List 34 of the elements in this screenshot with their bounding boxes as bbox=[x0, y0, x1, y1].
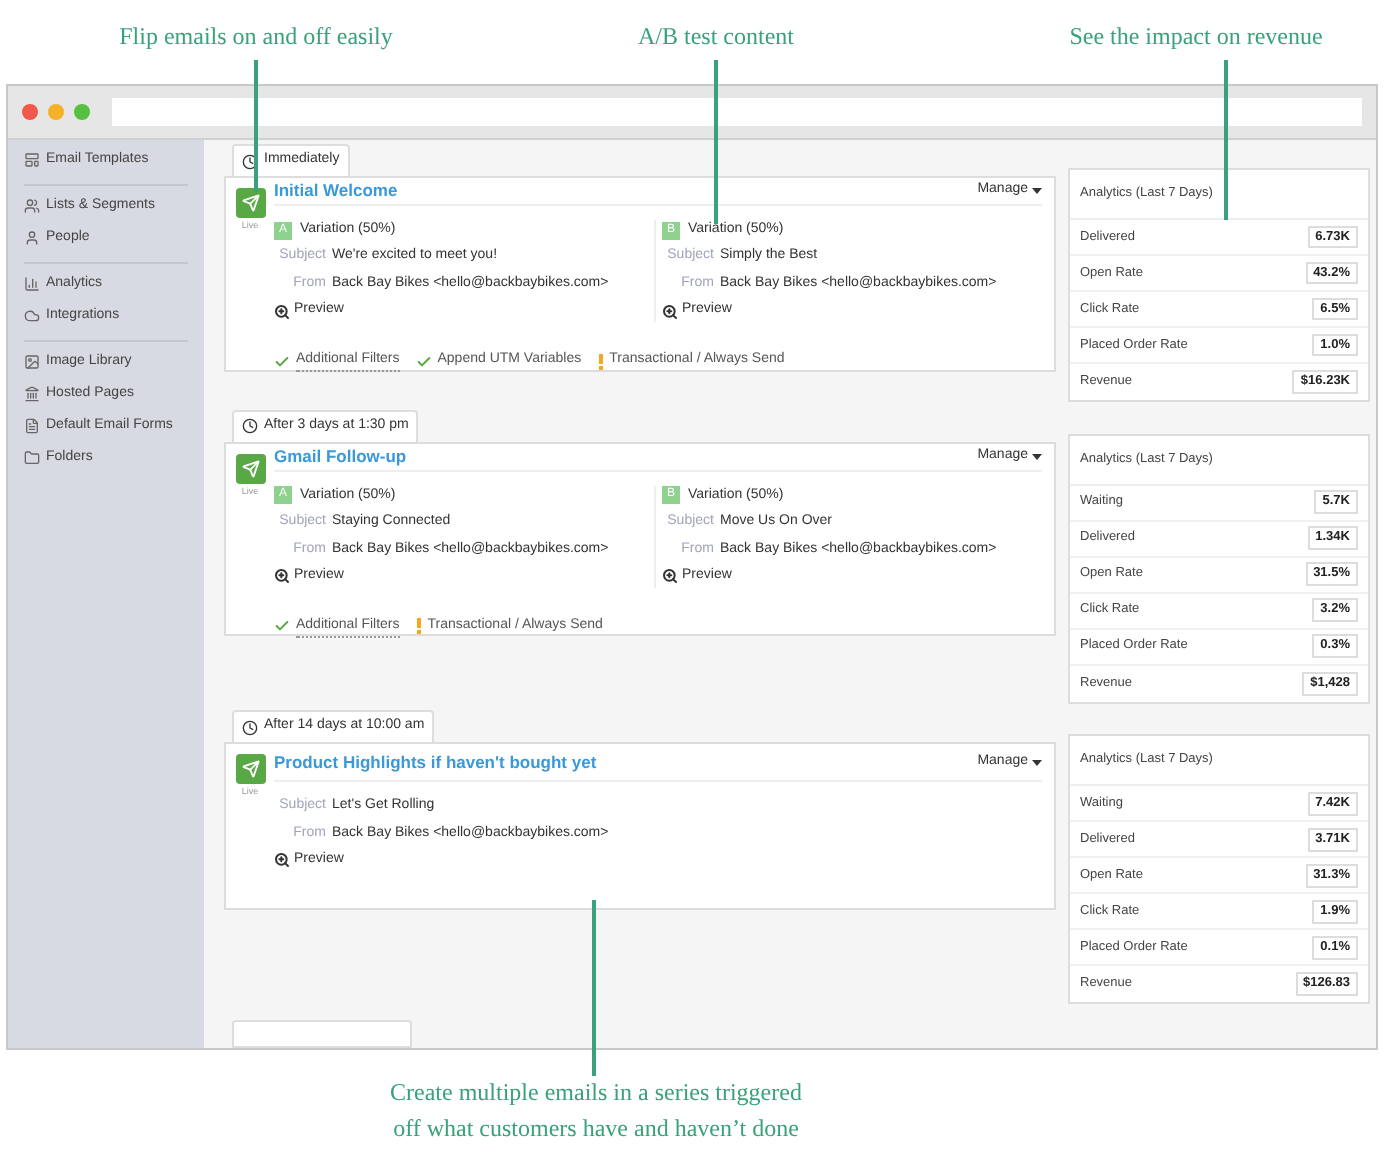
caption-text: Create multiple emails in a series triggered bbox=[390, 1076, 802, 1110]
zoom-icon bbox=[274, 568, 290, 585]
exclamation-icon bbox=[597, 353, 604, 369]
clock-icon bbox=[242, 719, 258, 736]
send-icon[interactable] bbox=[235, 754, 265, 785]
caret-icon bbox=[1032, 759, 1042, 766]
caption-text: off what customers have and haven’t done bbox=[393, 1112, 799, 1146]
caret-icon bbox=[1032, 187, 1042, 194]
bar-chart-icon bbox=[24, 276, 40, 292]
zoom-icon bbox=[274, 303, 290, 319]
callout-text: A/B test content bbox=[636, 20, 796, 54]
clock-icon bbox=[242, 418, 258, 435]
cloud-icon bbox=[24, 308, 40, 324]
clock-icon bbox=[242, 153, 258, 169]
callout-text: See the impact on revenue bbox=[1067, 20, 1325, 54]
person-icon bbox=[24, 230, 40, 246]
layout-icon bbox=[24, 152, 40, 168]
users-icon bbox=[24, 198, 40, 214]
zoom-icon bbox=[662, 303, 678, 319]
document-icon bbox=[24, 418, 40, 434]
zoom-icon bbox=[274, 852, 290, 869]
image-icon bbox=[24, 354, 40, 370]
caret-icon bbox=[1032, 453, 1042, 460]
callout-text: Flip emails on and off easily bbox=[117, 20, 395, 54]
exclamation-icon bbox=[415, 618, 422, 635]
folder-icon bbox=[24, 450, 40, 466]
send-icon[interactable] bbox=[235, 453, 265, 484]
zoom-icon bbox=[662, 568, 678, 585]
send-icon[interactable] bbox=[235, 188, 265, 218]
check-icon bbox=[274, 618, 290, 635]
leader-line bbox=[254, 60, 258, 192]
building-icon bbox=[24, 386, 40, 402]
check-icon bbox=[274, 353, 290, 369]
check-icon bbox=[415, 353, 432, 369]
